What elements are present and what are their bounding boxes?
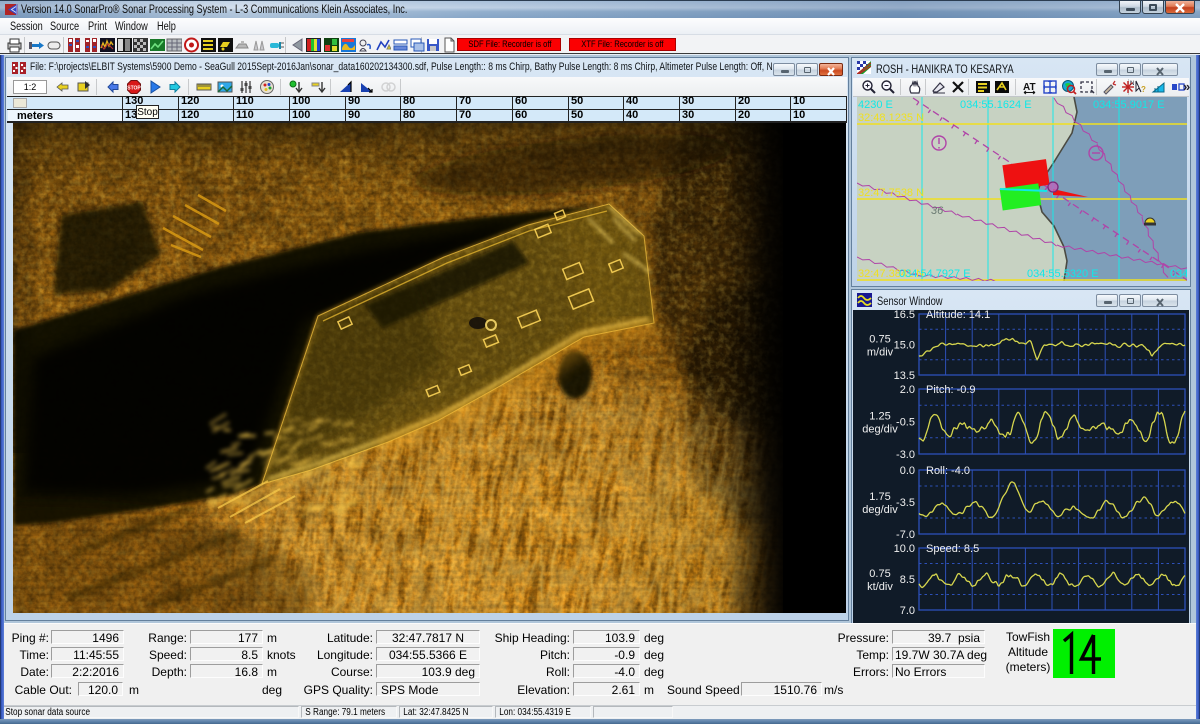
svg-text:-3.0: -3.0 — [896, 449, 915, 461]
svg-text:4230 E: 4230 E — [858, 99, 893, 111]
svg-text:m/div: m/div — [867, 347, 894, 359]
svg-text:kt/div: kt/div — [867, 581, 893, 593]
svg-text:Pitch: -0.9: Pitch: -0.9 — [926, 384, 976, 396]
svg-text:15.0: 15.0 — [894, 340, 915, 352]
svg-text:Roll: -4.0: Roll: -4.0 — [926, 465, 970, 477]
svg-text:Altitude: 14.1: Altitude: 14.1 — [926, 310, 990, 321]
svg-text:034:54.7927 E: 034:54.7927 E — [899, 268, 971, 280]
svg-text:-7.0: -7.0 — [896, 529, 915, 541]
svg-text:deg/div: deg/div — [862, 424, 898, 436]
svg-text:36: 36 — [931, 205, 944, 217]
svg-text:2.0: 2.0 — [900, 384, 915, 396]
svg-text:32:48.1235 N: 32:48.1235 N — [858, 112, 924, 124]
svg-text:034:55.9017 E: 034:55.9017 E — [1093, 99, 1165, 111]
svg-text:Speed: 8.5: Speed: 8.5 — [926, 543, 979, 555]
svg-text:034:55.1624 E: 034:55.1624 E — [960, 99, 1032, 111]
svg-text:8.5: 8.5 — [900, 574, 915, 586]
svg-text:deg/div: deg/div — [862, 504, 898, 516]
svg-text:-3.5: -3.5 — [896, 497, 915, 509]
svg-text:1.25: 1.25 — [869, 411, 890, 423]
svg-text:0.75: 0.75 — [869, 334, 890, 346]
svg-text:7.0: 7.0 — [900, 605, 915, 617]
svg-text:-0.5: -0.5 — [896, 417, 915, 429]
svg-text:STOP: STOP — [127, 86, 141, 92]
svg-text:10.0: 10.0 — [894, 543, 915, 555]
svg-text:034:5: 034:5 — [1170, 268, 1187, 280]
svg-text:0.75: 0.75 — [869, 568, 890, 580]
svg-text:1.75: 1.75 — [869, 491, 890, 503]
svg-text:13.5: 13.5 — [894, 370, 915, 382]
svg-text:16.5: 16.5 — [894, 310, 915, 321]
svg-text:0.0: 0.0 — [900, 465, 915, 477]
svg-text:?: ? — [1141, 85, 1146, 94]
svg-text:034:55.5320 E: 034:55.5320 E — [1027, 268, 1099, 280]
svg-text:32:47.7538 N: 32:47.7538 N — [858, 187, 924, 199]
